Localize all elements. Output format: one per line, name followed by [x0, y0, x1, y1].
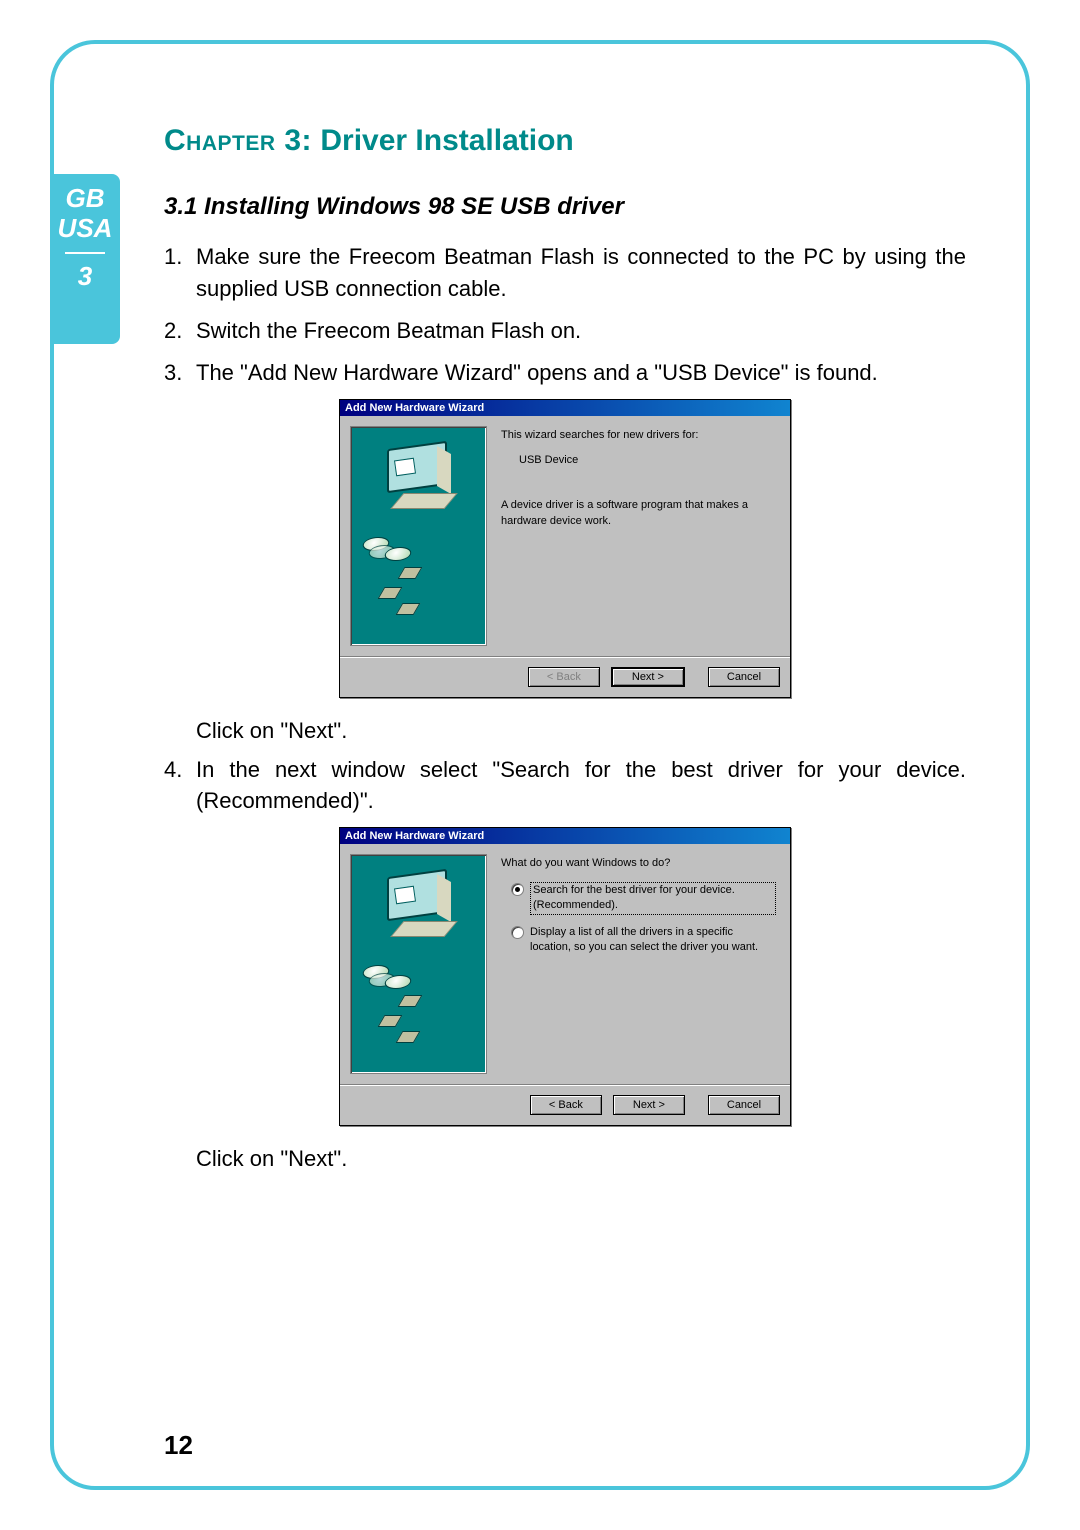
side-divider — [65, 252, 105, 254]
tag-icon — [394, 886, 416, 905]
wizard-dialog-1: Add New Hardware Wizard This wizard sear… — [339, 399, 791, 698]
chip-icon — [398, 567, 423, 579]
step-2: 2.Switch the Freecom Beatman Flash on. — [164, 315, 966, 347]
step-3-sub: Click on "Next". — [196, 718, 966, 744]
chip-icon — [378, 1015, 403, 1027]
cancel-button[interactable]: Cancel — [708, 667, 780, 687]
dialog1-buttons: < Back Next > Cancel — [340, 656, 790, 697]
back-button[interactable]: < Back — [528, 667, 600, 687]
side-tab: GB USA 3 — [50, 174, 120, 344]
steps-list: 1.Make sure the Freecom Beatman Flash is… — [164, 241, 966, 389]
dialog1-graphic — [350, 426, 487, 646]
chip-icon — [396, 603, 421, 615]
dialog1-text: This wizard searches for new drivers for… — [497, 426, 780, 646]
dialog2-text: What do you want Windows to do? Search f… — [497, 854, 780, 1074]
radio-icon — [511, 926, 524, 939]
chapter-prefix: Chapter 3: — [164, 124, 312, 157]
dialog2-title: Add New Hardware Wizard — [340, 828, 790, 844]
next-button[interactable]: Next > — [613, 1095, 685, 1115]
side-lang-usa: USA — [50, 214, 120, 244]
dialog1-body: This wizard searches for new drivers for… — [340, 416, 790, 656]
step-3: 3.The "Add New Hardware Wizard" opens an… — [164, 357, 966, 389]
dialog2-buttons: < Back Next > Cancel — [340, 1084, 790, 1125]
chapter-rest: Driver Installation — [312, 124, 574, 157]
dialog1-title: Add New Hardware Wizard — [340, 400, 790, 416]
radio-option-2[interactable]: Display a list of all the drivers in a s… — [511, 925, 776, 956]
step-4-sub: Click on "Next". — [196, 1146, 966, 1172]
step-4: 4.In the next window select "Search for … — [164, 754, 966, 818]
chapter-title: Chapter 3: Driver Installation — [164, 124, 966, 158]
page-frame: GB USA 3 Chapter 3: Driver Installation … — [50, 40, 1030, 1490]
radio-icon — [511, 883, 524, 896]
step-1: 1.Make sure the Freecom Beatman Flash is… — [164, 241, 966, 305]
dialog2-graphic — [350, 854, 487, 1074]
back-button[interactable]: < Back — [530, 1095, 602, 1115]
cancel-button[interactable]: Cancel — [708, 1095, 780, 1115]
chip-icon — [396, 1031, 421, 1043]
radio-label-1: Search for the best driver for your devi… — [530, 882, 776, 915]
tag-icon — [394, 457, 416, 476]
page-number: 12 — [164, 1430, 193, 1461]
next-button[interactable]: Next > — [611, 667, 685, 687]
side-lang-gb: GB — [50, 184, 120, 214]
radio-label-2: Display a list of all the drivers in a s… — [530, 925, 776, 956]
wizard-dialog-2: Add New Hardware Wizard What do you want… — [339, 827, 791, 1126]
cd-icon — [382, 975, 413, 989]
content-area: Chapter 3: Driver Installation 3.1 Insta… — [164, 124, 966, 1182]
section-title: 3.1 Installing Windows 98 SE USB driver — [164, 193, 966, 221]
radio-option-1[interactable]: Search for the best driver for your devi… — [511, 882, 776, 915]
side-chapter-num: 3 — [50, 262, 120, 292]
dialog2-body: What do you want Windows to do? Search f… — [340, 844, 790, 1084]
chip-icon — [398, 995, 423, 1007]
chip-icon — [378, 587, 403, 599]
steps-list-2: 4.In the next window select "Search for … — [164, 754, 966, 818]
